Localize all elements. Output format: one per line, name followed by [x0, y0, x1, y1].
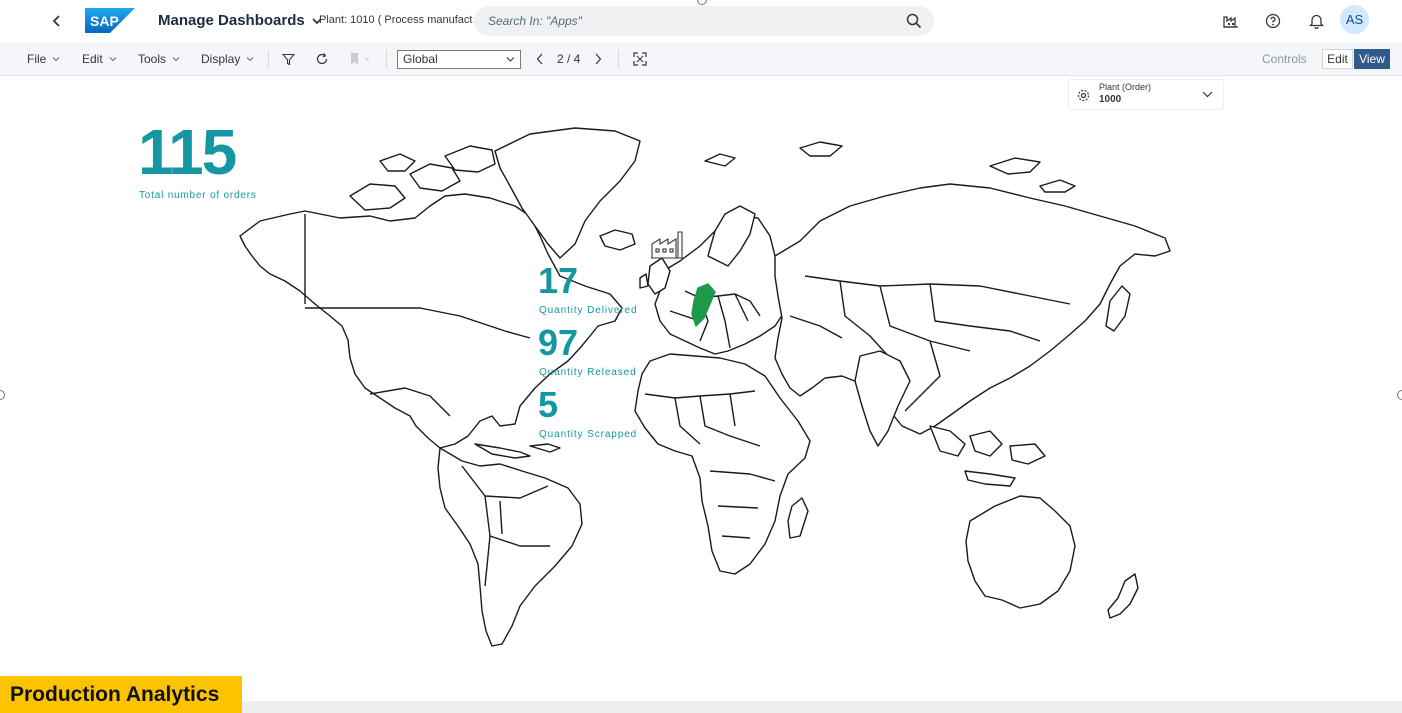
help-icon[interactable] — [1263, 11, 1283, 31]
search-field[interactable]: Search In: "Apps" — [474, 6, 934, 36]
search-input[interactable]: Search In: "Apps" — [488, 14, 582, 28]
map-africa — [634, 353, 811, 575]
map-arctic-russia — [704, 141, 1076, 193]
tools-menu[interactable]: Tools — [138, 52, 180, 66]
plant-filter-title: Plant (Order) — [1099, 82, 1152, 92]
map-japan — [1105, 285, 1131, 332]
video-caption: Production Analytics — [0, 676, 242, 713]
plant-context[interactable]: Plant: 1010 ( Process manufact… — [319, 14, 483, 26]
edit-menu[interactable]: Edit — [82, 52, 117, 66]
sap-logo[interactable]: SAP — [85, 8, 135, 33]
plant-filter-value: 1000 — [1099, 94, 1122, 105]
bottom-scrollbar[interactable] — [242, 701, 1402, 713]
chevron-down-icon — [52, 57, 60, 62]
chevron-down-icon — [1202, 91, 1213, 98]
quantity-scrapped-value[interactable]: 5 — [538, 386, 558, 424]
total-orders-value[interactable]: 115 — [138, 120, 237, 184]
display-menu[interactable]: Display — [201, 52, 254, 66]
edit-menu-label: Edit — [82, 52, 103, 66]
toolbar-divider — [268, 50, 269, 68]
map-madagascar — [787, 497, 809, 539]
map-iceland — [599, 229, 636, 251]
filter-icon[interactable] — [280, 51, 296, 67]
map-south-america — [437, 447, 583, 647]
toolbar-divider — [618, 50, 619, 68]
chevron-down-icon — [109, 57, 117, 62]
world-map[interactable] — [230, 126, 1180, 656]
edit-mode-button[interactable]: Edit — [1322, 49, 1353, 69]
search-icon[interactable] — [906, 13, 922, 29]
page-indicator: 2 / 4 — [557, 52, 581, 66]
fullscreen-icon[interactable] — [632, 51, 648, 67]
chevron-down-icon — [172, 57, 180, 62]
refresh-icon[interactable] — [314, 51, 330, 67]
resize-handle-right[interactable] — [1397, 390, 1402, 400]
quantity-released-label: Quantity Released — [539, 367, 637, 378]
user-avatar[interactable]: AS — [1340, 5, 1369, 34]
chevron-left-icon — [52, 15, 60, 27]
file-menu[interactable]: File — [27, 52, 60, 66]
plant-order-filter[interactable]: Plant (Order) 1000 — [1068, 79, 1224, 110]
dashboard-toolbar: File Edit Tools Display Global 2 / 4 Con… — [0, 42, 1402, 76]
quantity-delivered-label: Quantity Delivered — [539, 305, 638, 316]
quantity-scrapped-label: Quantity Scrapped — [539, 429, 638, 440]
map-new-zealand — [1107, 573, 1139, 619]
map-southeast-asia — [929, 425, 1046, 487]
factory-icon[interactable] — [650, 230, 686, 260]
map-caribbean — [474, 443, 561, 459]
toolbar-divider — [386, 50, 387, 68]
app-title: Manage Dashboards — [158, 12, 305, 29]
map-india — [854, 350, 911, 447]
view-select-value: Global — [403, 52, 438, 66]
dashboard-canvas: 115 Total number of orders 17 Quantity D… — [0, 76, 1402, 713]
file-menu-label: File — [27, 52, 47, 66]
map-australia — [965, 495, 1076, 609]
tools-menu-label: Tools — [138, 52, 167, 66]
chevron-down-icon — [506, 57, 515, 62]
next-page-icon[interactable] — [590, 51, 606, 67]
previous-page-icon[interactable] — [532, 51, 548, 67]
settings-icon — [1077, 89, 1090, 102]
controls-toggle[interactable]: Controls — [1262, 52, 1307, 66]
quantity-released-value[interactable]: 97 — [538, 324, 578, 362]
bookmark-icon[interactable] — [346, 51, 372, 67]
bell-icon[interactable] — [1306, 11, 1326, 31]
view-mode-button[interactable]: View — [1354, 49, 1390, 69]
back-button[interactable] — [46, 10, 68, 32]
chevron-down-icon — [246, 57, 254, 62]
shell-bar: SAP Manage Dashboards Plant: 1010 ( Proc… — [0, 0, 1402, 42]
quantity-delivered-value[interactable]: 17 — [538, 262, 578, 300]
factory-nav-icon[interactable] — [1221, 11, 1241, 31]
svg-text:SAP: SAP — [90, 13, 119, 29]
total-orders-label: Total number of orders — [139, 190, 257, 201]
app-title-menu[interactable]: Manage Dashboards — [158, 12, 323, 29]
display-menu-label: Display — [201, 52, 241, 66]
view-select[interactable]: Global — [397, 50, 521, 69]
